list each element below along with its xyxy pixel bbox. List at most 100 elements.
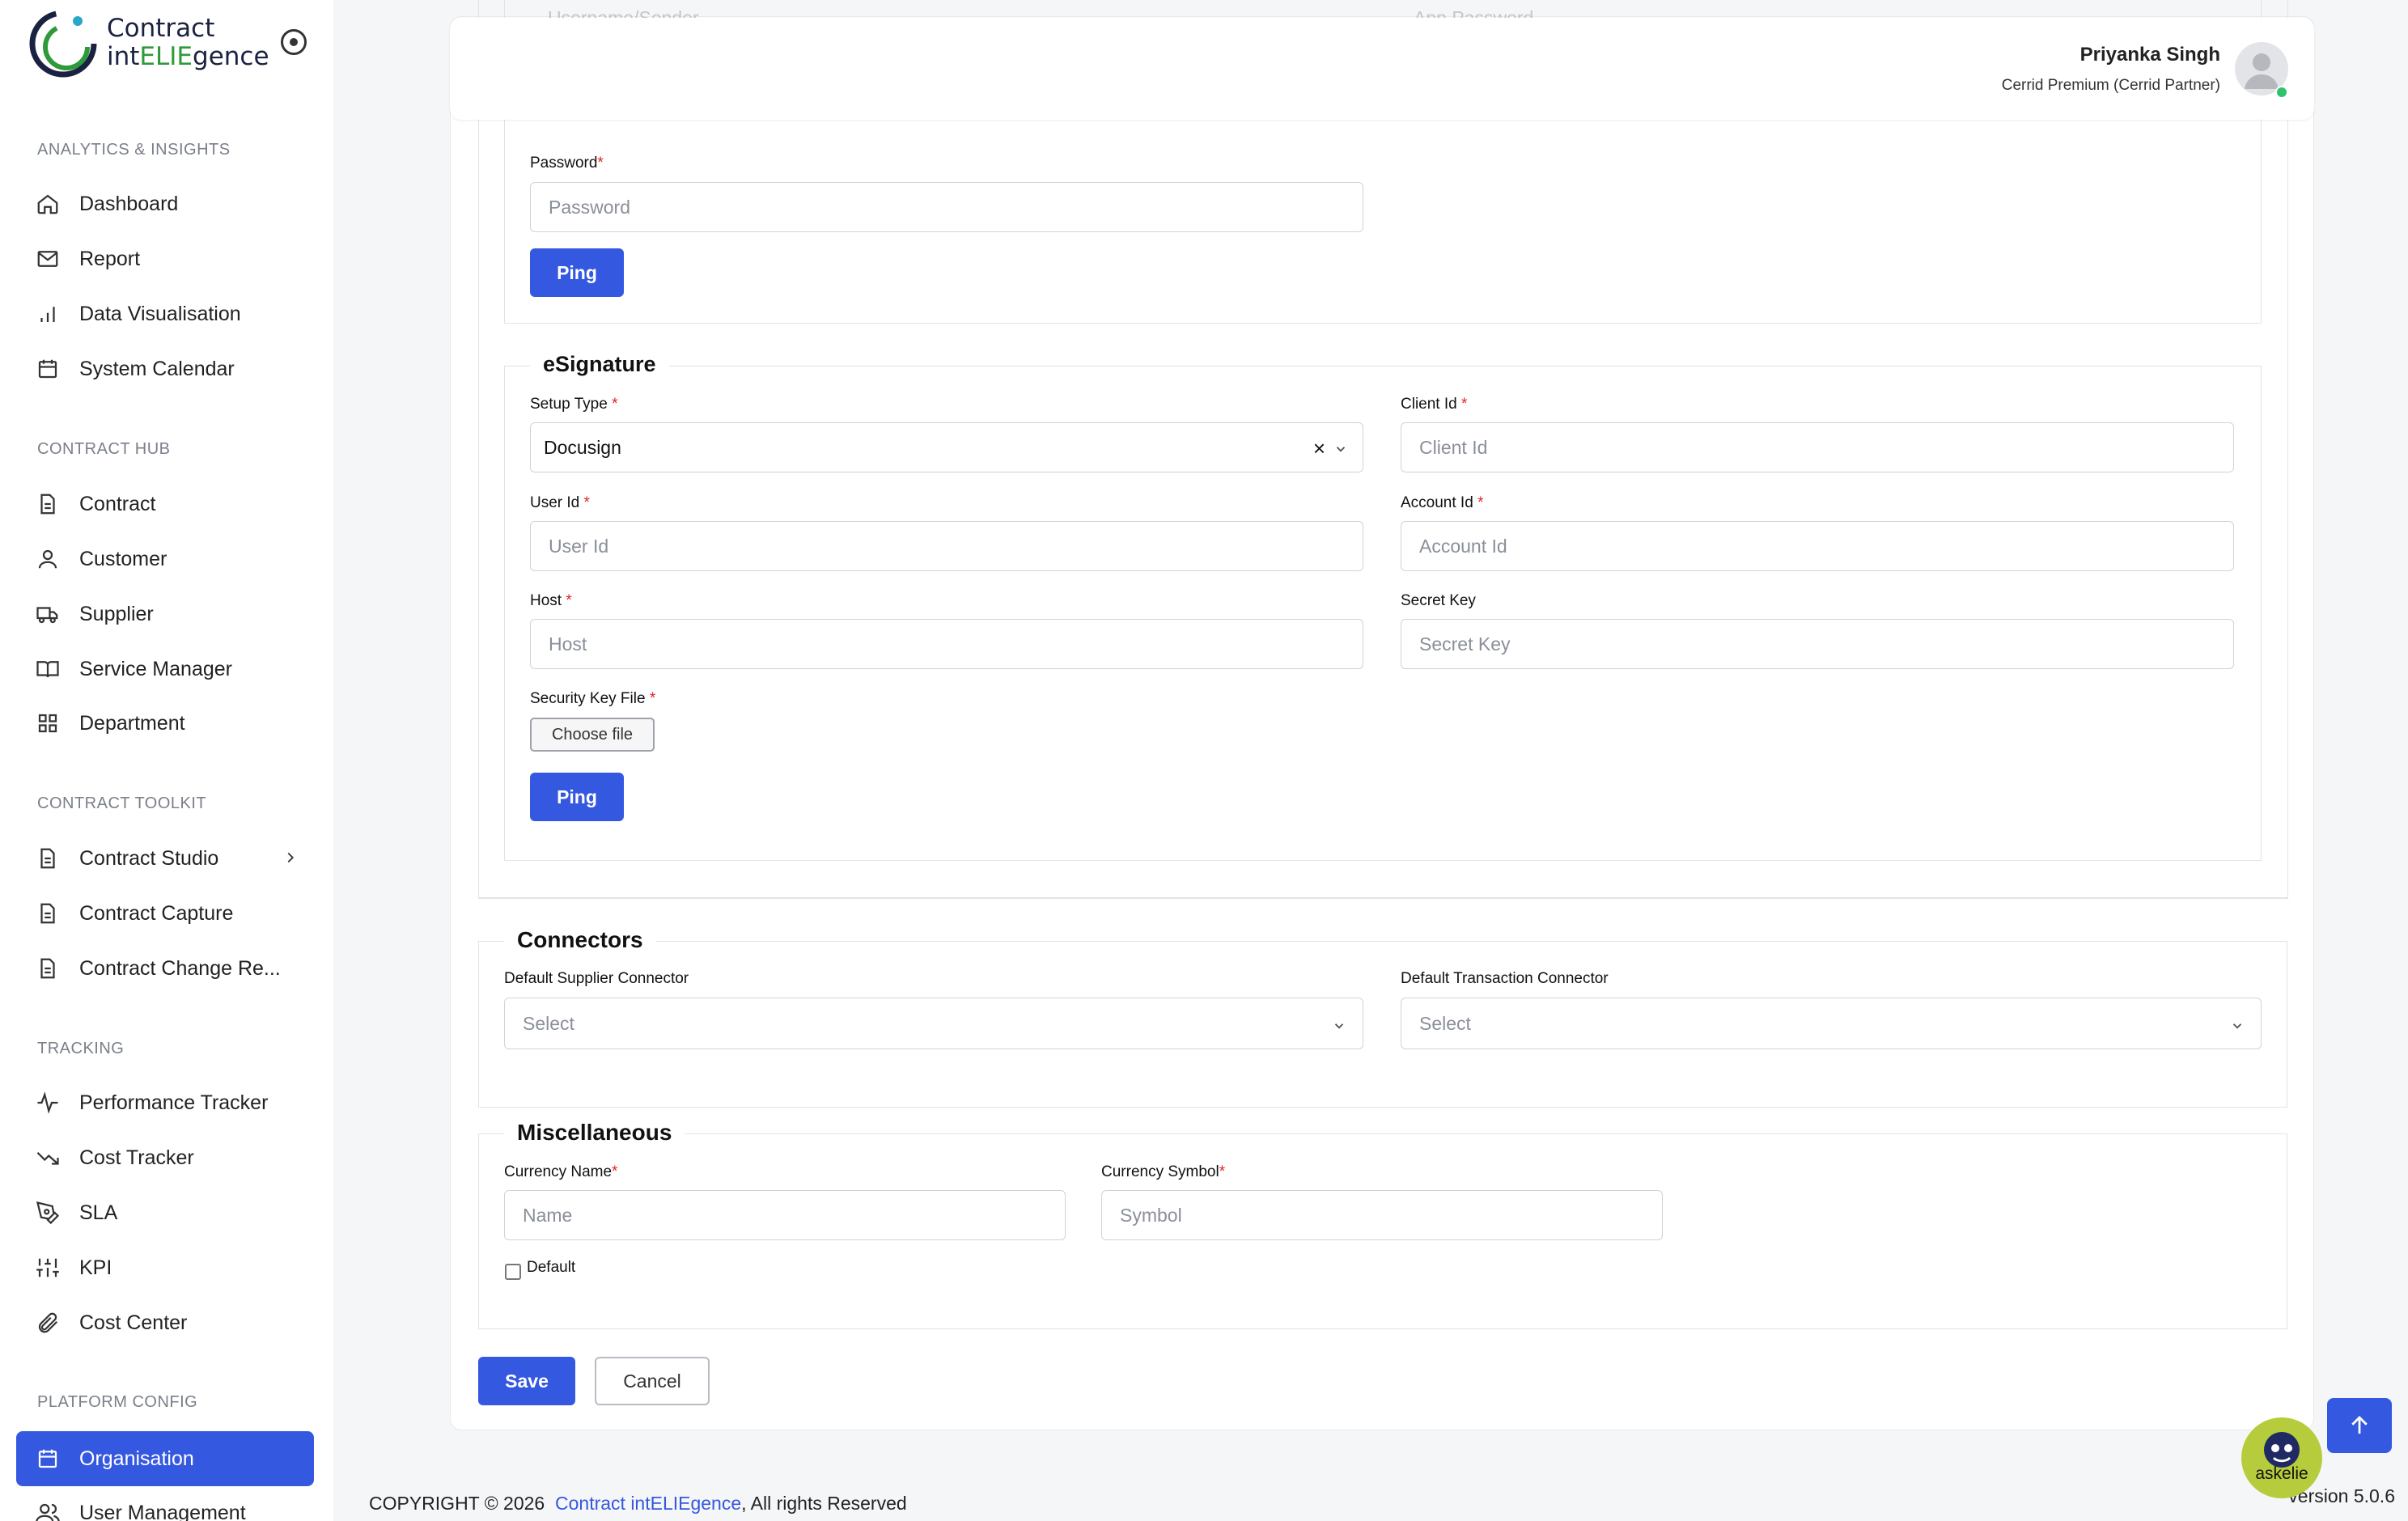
sidebar-item-cost-center[interactable]: Cost Center (16, 1297, 314, 1349)
setup-type-select[interactable]: Docusign × (530, 422, 1363, 472)
calendar-icon (34, 355, 61, 383)
sidebar-item-service-manager[interactable]: Service Manager (16, 643, 314, 695)
esignature-ping-button[interactable]: Ping (530, 773, 624, 821)
setup-type-label: Setup Type * (530, 396, 618, 413)
organisation-form: Username/Sender App Password Password* P… (450, 0, 2314, 1430)
connectors-legend: Connectors (504, 927, 656, 953)
clear-icon[interactable]: × (1313, 436, 1325, 461)
default-checkbox[interactable] (505, 1264, 521, 1280)
chevron-right-icon[interactable] (282, 849, 299, 871)
online-status-dot (2275, 86, 2288, 99)
scroll-to-top-button[interactable] (2327, 1398, 2392, 1453)
sidebar-item-report[interactable]: Report (16, 233, 314, 285)
section-title-contract-toolkit: CONTRACT TOOLKIT (37, 794, 207, 812)
default-transaction-connector-label: Default Transaction Connector (1401, 970, 1609, 987)
client-id-label: Client Id * (1401, 396, 1468, 413)
document-icon (34, 490, 61, 518)
choose-file-button[interactable]: Choose file (530, 718, 655, 752)
grid-icon (34, 710, 61, 737)
sliders-icon (34, 1254, 61, 1282)
footer-link[interactable]: Contract intELIEgence (555, 1493, 741, 1514)
brand-logo-mark (29, 10, 97, 78)
sidebar-item-organisation[interactable]: Organisation (16, 1431, 314, 1486)
user-role: Cerrid Premium (Cerrid Partner) (2001, 77, 2220, 94)
sidebar-item-performance-tracker[interactable]: Performance Tracker (16, 1077, 314, 1129)
secret-key-label: Secret Key (1401, 592, 1476, 609)
truck-icon (34, 600, 61, 628)
user-id-input[interactable]: User Id (530, 521, 1363, 571)
host-input[interactable]: Host (530, 619, 1363, 669)
brand-logo[interactable]: Contract intELIEgence (28, 6, 270, 79)
document-icon (34, 900, 61, 927)
user-id-label: User Id * (530, 494, 590, 511)
trending-down-icon (34, 1144, 61, 1171)
sidebar-item-contract-change-request[interactable]: Contract Change Re... (16, 943, 314, 994)
section-title-tracking: TRACKING (37, 1040, 125, 1057)
sidebar-item-supplier[interactable]: Supplier (16, 588, 314, 640)
section-border-right (2287, 0, 2288, 899)
sidebar-item-system-calendar[interactable]: System Calendar (16, 343, 314, 395)
account-id-input[interactable]: Account Id (1401, 521, 2234, 571)
miscellaneous-legend: Miscellaneous (504, 1120, 685, 1146)
currency-name-label: Currency Name* (504, 1163, 618, 1180)
user-name: Priyanka Singh (2079, 44, 2220, 66)
mail-icon (34, 245, 61, 273)
esignature-legend: eSignature (530, 352, 669, 377)
section-title-analytics: ANALYTICS & INSIGHTS (37, 141, 231, 159)
sidebar-item-contract-capture[interactable]: Contract Capture (16, 888, 314, 939)
users-icon (34, 1499, 61, 1521)
activity-icon (34, 1089, 61, 1116)
account-id-label: Account Id * (1401, 494, 1484, 511)
currency-name-input[interactable]: Name (504, 1190, 1066, 1240)
section-border-left (478, 0, 479, 899)
target-icon[interactable] (281, 29, 307, 55)
mail-ping-button[interactable]: Ping (530, 248, 624, 297)
default-transaction-connector-select[interactable]: Select (1401, 998, 2262, 1049)
password-input[interactable]: Password (530, 182, 1363, 232)
document-icon (34, 845, 61, 872)
sidebar-item-department[interactable]: Department (16, 697, 314, 749)
home-icon (34, 190, 61, 218)
client-id-input[interactable]: Client Id (1401, 422, 2234, 472)
cancel-button[interactable]: Cancel (595, 1357, 710, 1405)
section-title-platform-config: PLATFORM CONFIG (37, 1393, 198, 1411)
book-icon (34, 655, 61, 683)
sidebar-item-dashboard[interactable]: Dashboard (16, 178, 314, 230)
sidebar-item-customer[interactable]: Customer (16, 533, 314, 585)
user-icon (34, 545, 61, 573)
top-header: Priyanka Singh Cerrid Premium (Cerrid Pa… (450, 18, 2314, 120)
currency-symbol-label: Currency Symbol* (1101, 1163, 1226, 1180)
save-button[interactable]: Save (478, 1357, 575, 1405)
sidebar-item-user-management[interactable]: User Management (16, 1487, 314, 1521)
default-checkbox-label: Default (527, 1259, 576, 1276)
bar-chart-icon (34, 300, 61, 328)
assistant-avatar-icon (2264, 1432, 2300, 1468)
sidebar-item-kpi[interactable]: KPI (16, 1242, 314, 1294)
password-label: Password* (530, 155, 604, 172)
sidebar-item-contract[interactable]: Contract (16, 478, 314, 530)
calendar-icon (34, 1445, 61, 1472)
chevron-down-icon[interactable] (1333, 439, 1348, 461)
sidebar-item-cost-tracker[interactable]: Cost Tracker (16, 1132, 314, 1184)
askelie-assistant-button[interactable] (2241, 1417, 2322, 1498)
document-icon (34, 955, 61, 982)
sidebar-item-contract-studio[interactable]: Contract Studio (16, 833, 314, 884)
sidebar-item-data-visualisation[interactable]: Data Visualisation (16, 288, 314, 340)
chevron-down-icon (1332, 1016, 1346, 1038)
brand-name: Contract intELIEgence (107, 14, 269, 71)
askelie-label: askelie (2255, 1464, 2308, 1483)
default-supplier-connector-label: Default Supplier Connector (504, 970, 689, 987)
chevron-down-icon (2230, 1016, 2245, 1038)
sidebar-item-sla[interactable]: SLA (16, 1187, 314, 1239)
section-divider (478, 897, 2287, 899)
paperclip-icon (34, 1309, 61, 1337)
default-supplier-connector-select[interactable]: Select (504, 998, 1363, 1049)
security-key-file-label: Security Key File * (530, 690, 656, 707)
host-label: Host * (530, 592, 572, 609)
sidebar: Contract intELIEgence ANALYTICS & INSIGH… (0, 0, 333, 1521)
pen-tool-icon (34, 1199, 61, 1227)
currency-symbol-input[interactable]: Symbol (1101, 1190, 1663, 1240)
arrow-up-icon (2351, 1416, 2368, 1434)
secret-key-input[interactable]: Secret Key (1401, 619, 2234, 669)
footer-copyright: COPYRIGHT © 2026 Contract intELIEgence, … (369, 1493, 907, 1514)
